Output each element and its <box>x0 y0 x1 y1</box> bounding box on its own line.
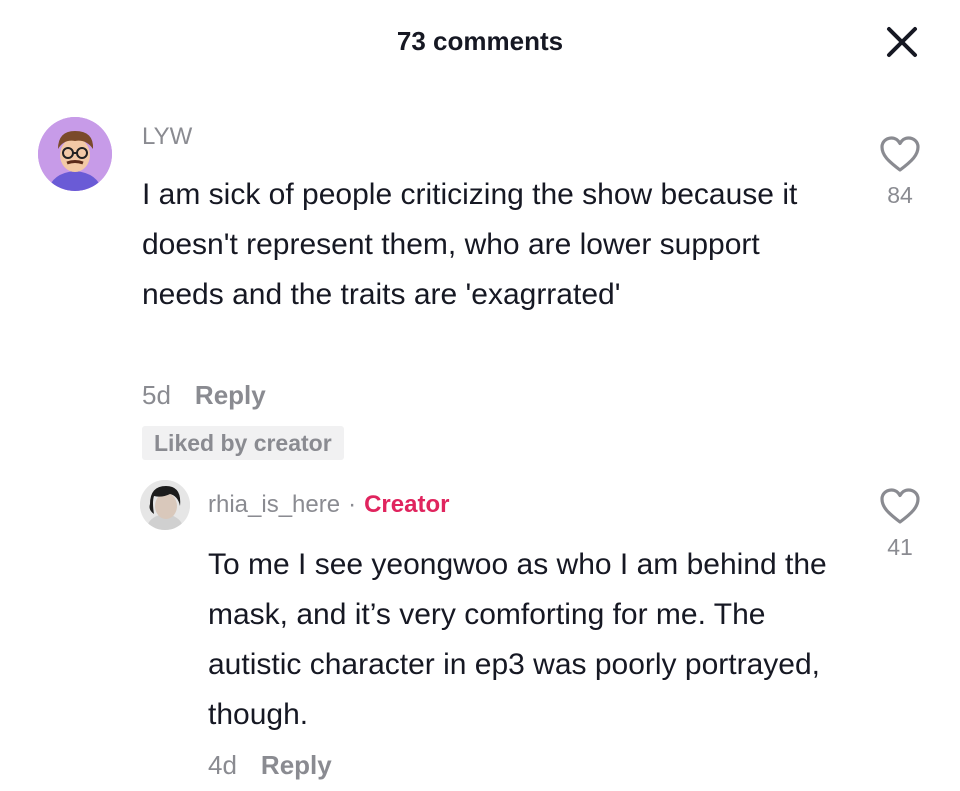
reply-age: 4d <box>208 750 237 780</box>
reply-button[interactable]: Reply <box>261 750 332 781</box>
separator-dot: · <box>348 491 357 518</box>
avatar[interactable] <box>38 117 112 191</box>
creator-tag: Creator <box>364 491 450 518</box>
reply-meta: 4d Reply <box>208 750 332 781</box>
reply-header: rhia_is_here · Creator <box>208 491 449 519</box>
comment-username[interactable]: LYW <box>142 123 192 151</box>
avatar[interactable] <box>140 480 190 530</box>
comment-age: 5d <box>142 380 171 410</box>
comment-like: 84 <box>870 134 930 209</box>
comments-count-title: 73 comments <box>396 26 564 56</box>
reply-like: 41 <box>870 486 930 561</box>
comment-meta: 5d Reply <box>142 380 266 411</box>
comment-text: I am sick of people criticizing the show… <box>142 178 798 311</box>
reply-button[interactable]: Reply <box>195 380 266 411</box>
liked-by-creator-badge: Liked by creator <box>142 426 344 460</box>
close-icon[interactable] <box>884 24 920 60</box>
like-count: 41 <box>887 534 913 560</box>
heart-icon[interactable] <box>878 486 922 526</box>
like-count: 84 <box>887 182 913 208</box>
comments-sheet: 73 comments LYW I am sick of people crit… <box>0 0 960 791</box>
heart-icon[interactable] <box>878 134 922 174</box>
reply-username[interactable]: rhia_is_here <box>208 491 340 519</box>
reply-text: To me I see yeongwoo as who I am behind … <box>208 548 827 731</box>
